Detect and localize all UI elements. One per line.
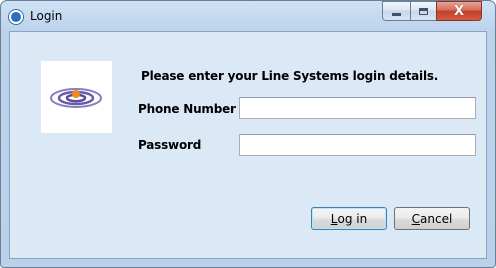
logo-panel [41,61,112,133]
minimize-button[interactable] [382,1,410,21]
login-button[interactable]: Log in [311,207,387,230]
app-logo-icon[interactable] [9,10,23,24]
cancel-button[interactable]: Cancel [394,207,470,230]
signal-rings-logo-icon [50,88,102,108]
close-button[interactable]: X [436,1,482,21]
logo-orange-dot [72,90,80,98]
cancel-button-label: ancel [420,211,453,226]
login-mnemonic: L [330,211,338,226]
phone-number-input[interactable] [239,97,476,119]
dialog-body: Please enter your Line Systems login det… [9,31,487,259]
phone-number-label: Phone Number [138,102,236,116]
caption-buttons: X [382,1,482,22]
window-title: Login [30,9,63,23]
maximize-icon [419,7,428,15]
title-bar[interactable]: Login X [1,1,495,31]
login-window: Login X Please enter your Line Systems l… [0,0,496,268]
login-button-label: og in [337,211,368,226]
minimize-icon [392,13,401,16]
password-input[interactable] [239,134,476,156]
password-label: Password [138,138,202,152]
cancel-mnemonic: C [411,211,421,226]
login-instructions: Please enter your Line Systems login det… [141,69,439,83]
maximize-button[interactable] [410,1,436,21]
close-icon: X [453,3,465,19]
